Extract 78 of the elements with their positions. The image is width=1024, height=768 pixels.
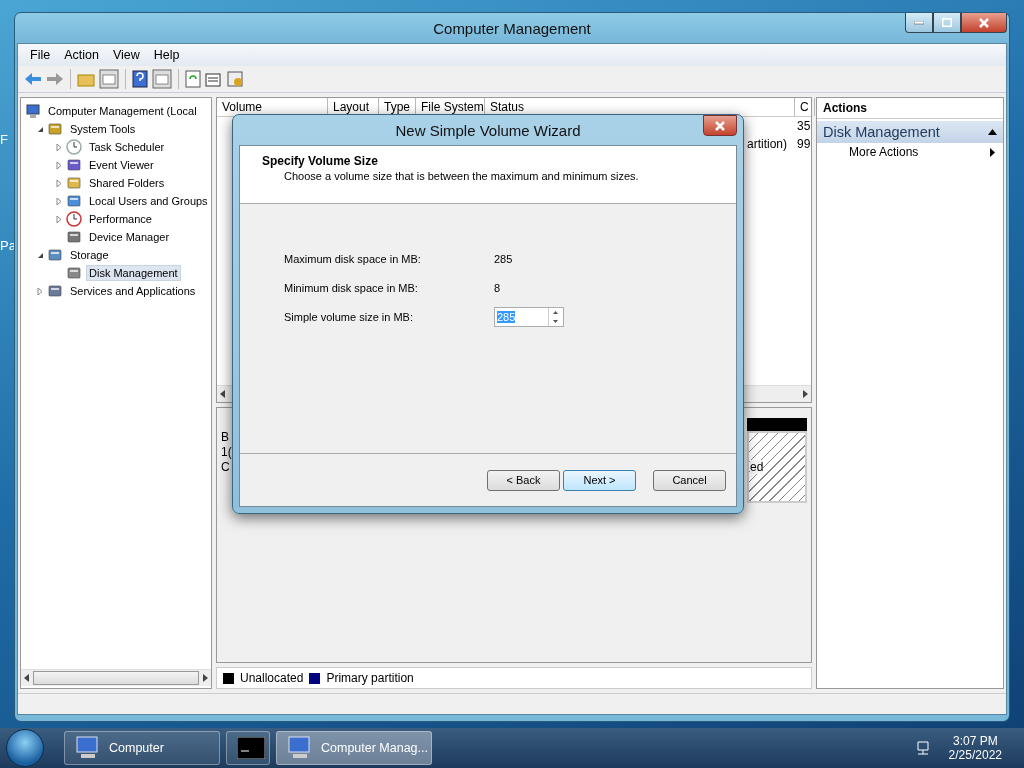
computer-icon — [287, 736, 313, 760]
tree-item[interactable]: Shared Folders — [86, 175, 168, 191]
menu-item[interactable]: Action — [58, 48, 105, 62]
wizard-button[interactable]: Cancel — [653, 469, 726, 491]
tree-item[interactable]: Task Scheduler — [86, 139, 168, 155]
help-icon[interactable] — [132, 70, 148, 88]
disk-header-bar — [747, 418, 807, 431]
close-button[interactable] — [703, 115, 737, 136]
taskbar-button[interactable]: Computer — [64, 731, 220, 765]
minimize-button[interactable] — [905, 13, 933, 33]
field-value: 8 — [494, 281, 501, 294]
tree-item[interactable]: Event Viewer — [86, 157, 157, 173]
tree-item[interactable]: Computer Management (Local — [45, 103, 200, 119]
minimize-icon — [914, 20, 924, 25]
maximize-button[interactable] — [933, 13, 961, 33]
taskbar-button[interactable]: Computer Manag... — [276, 731, 432, 765]
collapse-icon[interactable] — [36, 125, 44, 133]
pane-title: Actions — [817, 98, 1003, 119]
disk-label: 1( — [221, 445, 232, 460]
tree-item[interactable]: Device Manager — [86, 229, 173, 245]
partition-label: ed — [750, 460, 764, 474]
field-label: Maximum disk space in MB: — [284, 252, 422, 265]
field-label: Simple volume size in MB: — [284, 310, 414, 323]
field-label: Minimum disk space in MB: — [284, 281, 419, 294]
table-cell: 35 — [797, 119, 811, 133]
scrollbar-thumb[interactable] — [33, 671, 199, 685]
console-icon — [237, 737, 265, 759]
properties-icon[interactable] — [205, 71, 223, 87]
tree-item[interactable]: Performance — [86, 211, 155, 227]
tree-item[interactable]: Local Users and Groups — [86, 193, 211, 209]
computer-icon — [25, 103, 41, 119]
clock[interactable]: 3:07 PM 2/25/2022 — [948, 734, 1002, 762]
tree-item[interactable]: System Tools — [67, 121, 139, 137]
expand-icon[interactable] — [55, 179, 63, 187]
table-cell-text: artition) — [747, 137, 788, 151]
column-header[interactable]: C — [795, 98, 815, 116]
taskbar-button[interactable] — [226, 731, 270, 765]
expand-icon[interactable] — [55, 143, 63, 151]
expand-icon[interactable] — [55, 215, 63, 223]
wizard-description: Choose a volume size that is between the maximum and minimum sizes. — [283, 170, 640, 182]
scroll-left-icon[interactable] — [220, 390, 225, 398]
action-item[interactable]: More Actions — [817, 143, 1003, 161]
wizard-button[interactable]: < Back — [487, 469, 560, 491]
dialog-title: New Simple Volume Wizard — [394, 121, 582, 139]
start-button[interactable] — [6, 729, 44, 767]
legend-label: Unallocated — [240, 671, 304, 685]
scroll-right-icon[interactable] — [203, 674, 208, 682]
disk-label: C — [221, 460, 230, 475]
wizard-heading: Specify Volume Size — [262, 154, 379, 168]
collapse-icon[interactable] — [36, 251, 44, 259]
computer-icon — [75, 736, 101, 760]
scroll-right-icon[interactable] — [803, 390, 808, 398]
tree-item[interactable]: Disk Management — [86, 265, 181, 281]
close-button[interactable] — [961, 13, 1007, 33]
table-cell: 99 — [797, 137, 811, 151]
scroll-left-icon[interactable] — [24, 674, 29, 682]
tree-item[interactable]: Services and Applications — [67, 283, 199, 299]
actions-section-header[interactable]: Disk Management — [817, 121, 1003, 143]
field-value: 285 — [494, 252, 513, 265]
submenu-arrow-icon — [990, 147, 995, 157]
maximize-icon — [942, 18, 952, 27]
wizard-button[interactable]: Next > — [563, 469, 636, 491]
expand-icon[interactable] — [55, 161, 63, 169]
expand-icon[interactable] — [55, 197, 63, 205]
desktop-icon-label: F — [0, 132, 8, 147]
menu-item[interactable]: View — [106, 48, 146, 62]
legend-label: Primary partition — [326, 671, 414, 685]
expand-icon[interactable] — [36, 287, 44, 295]
disk-label: B — [221, 430, 229, 445]
tree-item[interactable]: Storage — [67, 247, 112, 263]
close-icon — [715, 120, 725, 131]
menu-item[interactable]: File — [24, 48, 57, 62]
close-icon — [979, 17, 989, 28]
back-icon[interactable] — [24, 72, 42, 86]
clock-icon — [66, 139, 82, 155]
network-icon[interactable] — [914, 740, 931, 756]
window-title: Computer Management — [432, 19, 592, 37]
menu-item[interactable]: Help — [147, 48, 186, 62]
